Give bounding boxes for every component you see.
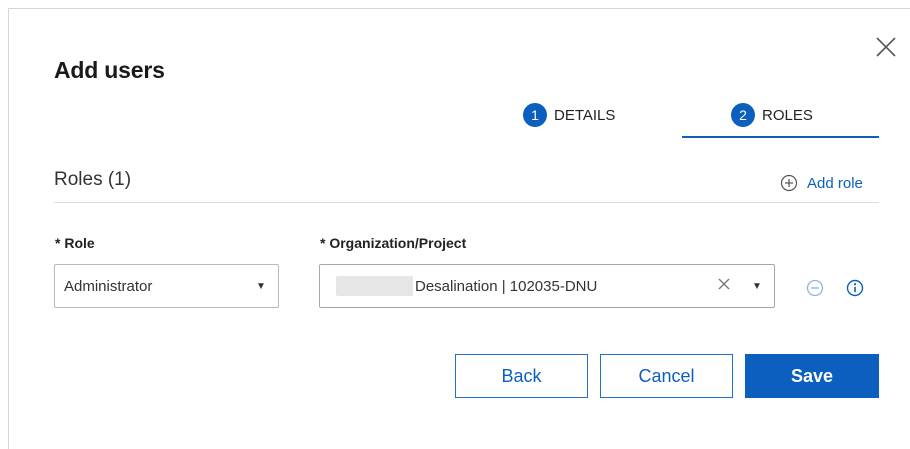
add-role-label: Add role [807,174,863,192]
info-icon[interactable] [846,279,864,302]
back-button[interactable]: Back [455,354,588,398]
org-select-value: Desalination | 102035-DNU [415,277,598,295]
cancel-button[interactable]: Cancel [600,354,733,398]
role-field-label: * Role [55,235,95,251]
plus-circle-icon [780,174,798,192]
clear-icon[interactable] [708,277,740,295]
step-number-badge: 2 [731,103,755,127]
remove-role-icon[interactable] [806,279,824,302]
save-button[interactable]: Save [745,354,879,398]
step-number-badge: 1 [523,103,547,127]
step-label: DETAILS [554,106,616,124]
org-field-label: * Organization/Project [320,235,467,251]
step-roles[interactable]: 2 ROLES [731,103,813,127]
redacted-text [336,276,413,296]
caret-down-icon[interactable]: ▼ [244,281,278,292]
dialog-title: Add users [54,57,165,83]
step-label: ROLES [762,106,813,124]
active-step-indicator [682,136,879,138]
roles-section-title: Roles (1) [54,169,132,190]
step-details[interactable]: 1 DETAILS [523,103,615,127]
section-divider [54,202,879,203]
add-role-button[interactable]: Add role [780,174,863,192]
organization-project-select[interactable]: Desalination | 102035-DNU ▼ [319,264,775,308]
role-select[interactable]: Administrator ▼ [54,264,279,308]
caret-down-icon[interactable]: ▼ [740,281,774,292]
role-select-value: Administrator [64,277,153,295]
close-icon[interactable] [874,35,898,59]
